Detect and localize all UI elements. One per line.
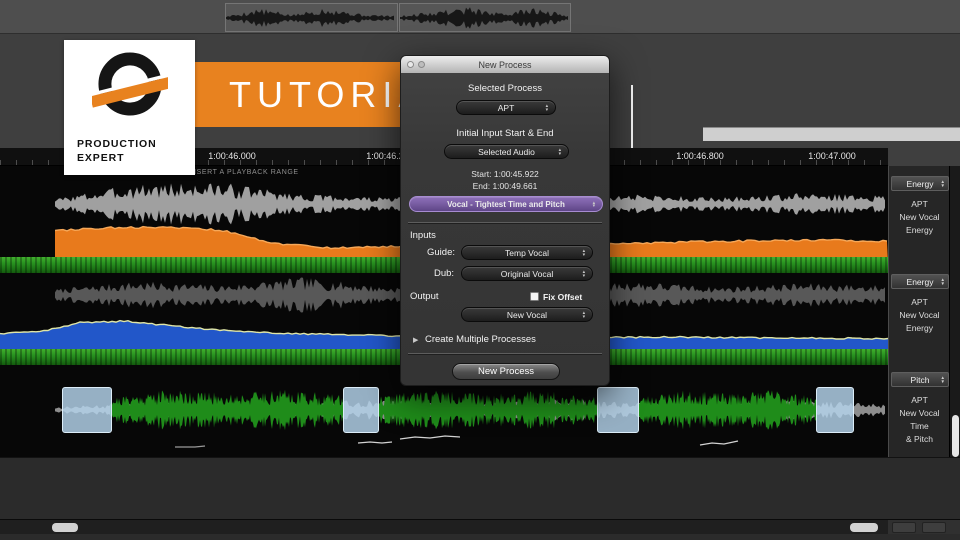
horizontal-scrollbar[interactable]	[0, 519, 888, 534]
input-range-dropdown[interactable]: Selected Audio ▲ ▼	[444, 144, 569, 159]
vertical-scrollbar-thumb[interactable]	[952, 415, 959, 457]
scrollbar-corner	[888, 519, 960, 534]
horizontal-scrollbar-thumb-2[interactable]	[850, 523, 878, 532]
panel-info-2: APT New Vocal Energy	[899, 297, 940, 333]
waveform-green-segment-2	[379, 390, 599, 430]
chevron-updown-icon: ▲ ▼	[544, 103, 549, 112]
logo-e-icon	[92, 52, 168, 116]
background-window-edge	[703, 127, 960, 141]
chevron-updown-icon: ▲ ▼	[581, 248, 586, 257]
audio-block[interactable]	[343, 387, 379, 433]
panel-info-3: APT New Vocal Time & Pitch	[899, 395, 940, 444]
timestamp-label: 1:00:46.800	[676, 151, 724, 161]
screen: TUTORIAL PRODUCTION EXPERT 1:00:46.000 1…	[0, 0, 960, 540]
window-minimize-button[interactable]	[418, 61, 425, 68]
timestamp-label: 1:00:46.000	[208, 151, 256, 161]
end-time-value: End: 1:00:49.661	[472, 181, 538, 191]
dialog-title-bar: New Process	[401, 56, 609, 73]
overview-clip-2	[399, 3, 571, 32]
divider	[408, 222, 602, 223]
horizontal-scrollbar-thumb[interactable]	[52, 523, 78, 532]
panel-info-1: APT New Vocal Energy	[899, 199, 940, 235]
fix-offset-label: Fix Offset	[543, 292, 583, 302]
logo-line-2: EXPERT	[77, 151, 125, 164]
logo-line-1: PRODUCTION	[77, 137, 157, 150]
panel-title: Pitch	[910, 374, 930, 385]
initial-input-label: Initial Input Start & End	[456, 128, 554, 139]
stepper-arrows-icon[interactable]: ▲ ▼	[941, 375, 945, 383]
zoom-button[interactable]	[892, 522, 916, 533]
preset-dropdown[interactable]: Vocal - Tightest Time and Pitch ▲ ▼	[409, 196, 603, 212]
start-time-value: Start: 1:00:45.922	[471, 169, 539, 179]
panel-title: Energy	[906, 178, 934, 189]
chevron-updown-icon: ▲ ▼	[591, 199, 596, 208]
playhead-line	[631, 85, 633, 148]
timestamp-label: 1:00:47.000	[808, 151, 856, 161]
chevron-updown-icon: ▲ ▼	[581, 269, 586, 278]
audio-block[interactable]	[597, 387, 639, 433]
panel-title: Energy	[906, 276, 934, 287]
selected-process-label: Selected Process	[468, 83, 542, 94]
zoom-button[interactable]	[922, 522, 946, 533]
overview-clip-1	[225, 3, 398, 32]
process-type-dropdown[interactable]: APT ▲ ▼	[456, 100, 556, 115]
panel-header-energy-2[interactable]: Energy ▲ ▼	[891, 274, 949, 289]
logo-wordmark: PRODUCTION EXPERT	[77, 137, 157, 165]
stepper-arrows-icon[interactable]: ▲ ▼	[941, 277, 945, 285]
new-process-button[interactable]: New Process	[452, 363, 560, 380]
new-process-dialog: New Process Selected Process APT ▲ ▼ Init…	[400, 55, 610, 386]
vertical-scrollbar[interactable]	[949, 166, 960, 457]
disclosure-triangle-icon[interactable]: ▶	[413, 336, 418, 344]
audio-block[interactable]	[62, 387, 112, 433]
panel-header-energy-1[interactable]: Energy ▲ ▼	[891, 176, 949, 191]
create-multiple-label[interactable]: Create Multiple Processes	[425, 334, 536, 345]
fix-offset-checkbox[interactable]	[530, 292, 539, 301]
guide-dropdown[interactable]: Temp Vocal ▲ ▼	[461, 245, 593, 260]
dub-dropdown[interactable]: Original Vocal ▲ ▼	[461, 266, 593, 281]
chevron-updown-icon: ▲ ▼	[581, 310, 586, 319]
waveform-green-segment-1	[110, 389, 344, 431]
background-track-overview	[0, 0, 960, 34]
pitch-trace-lines	[175, 435, 739, 448]
divider	[408, 353, 602, 354]
panel-header-pitch[interactable]: Pitch ▲ ▼	[891, 372, 949, 387]
waveform-green-segment-3	[639, 390, 817, 430]
production-expert-logo: PRODUCTION EXPERT	[64, 40, 195, 175]
stepper-arrows-icon[interactable]: ▲ ▼	[941, 179, 945, 187]
dub-label: Dub:	[434, 268, 455, 279]
window-close-button[interactable]	[407, 61, 414, 68]
output-dropdown[interactable]: New Vocal ▲ ▼	[461, 307, 593, 322]
inputs-section-label: Inputs	[410, 230, 436, 241]
audio-block[interactable]	[816, 387, 854, 433]
guide-label: Guide:	[427, 247, 455, 258]
chevron-updown-icon: ▲ ▼	[557, 147, 562, 156]
output-section-label: Output	[410, 291, 439, 302]
dialog-title: New Process	[478, 59, 532, 70]
